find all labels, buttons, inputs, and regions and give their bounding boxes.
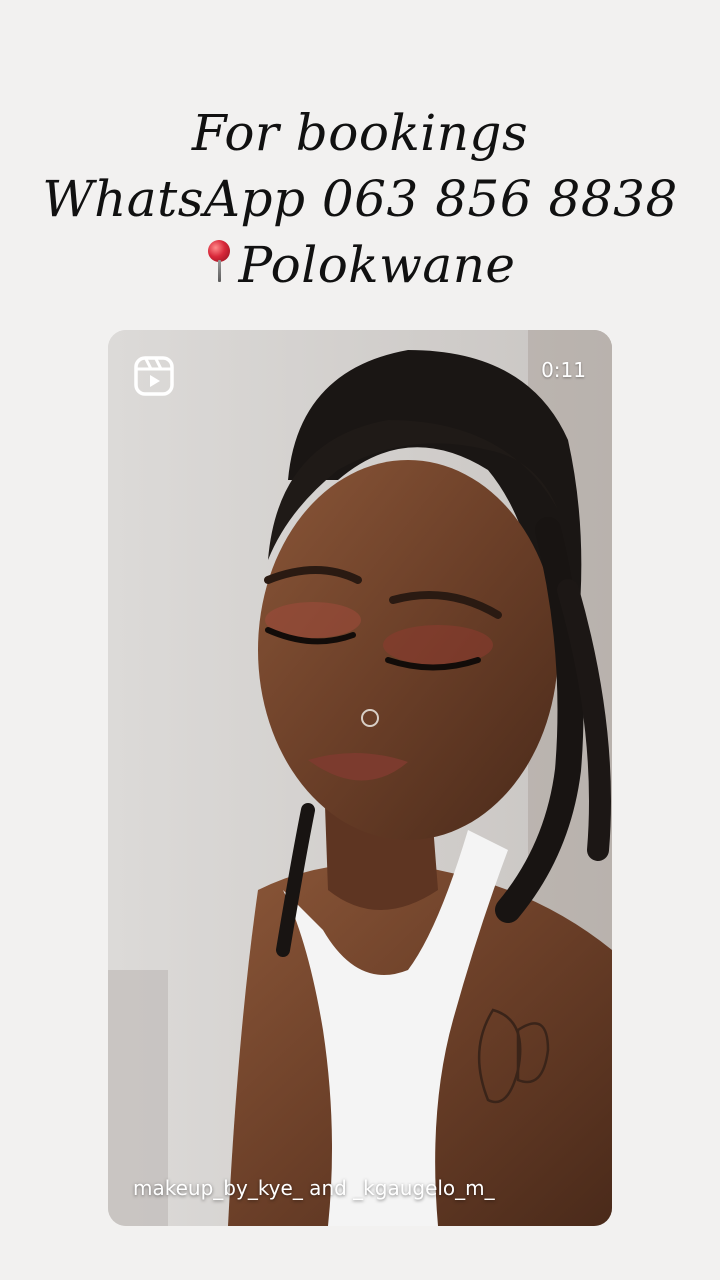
caption-line-bookings: For bookings (191, 104, 529, 162)
reel-video-frame (108, 330, 612, 1226)
reel-video-card[interactable]: 0:11 makeup_by_kye_ and _kgaugelo_m_ (108, 330, 612, 1226)
caption-line-whatsapp: WhatsApp 063 856 8838 (42, 170, 678, 228)
collaborator-credits[interactable]: makeup_by_kye_ and _kgaugelo_m_ (133, 1176, 495, 1200)
video-duration: 0:11 (541, 358, 586, 382)
caption-line-location: Polokwane (0, 232, 720, 298)
location-label: Polokwane (238, 236, 516, 294)
caption-block: For bookings WhatsApp 063 856 8838 Polok… (0, 100, 720, 298)
pushpin-icon (204, 238, 234, 286)
reels-icon (134, 356, 174, 396)
